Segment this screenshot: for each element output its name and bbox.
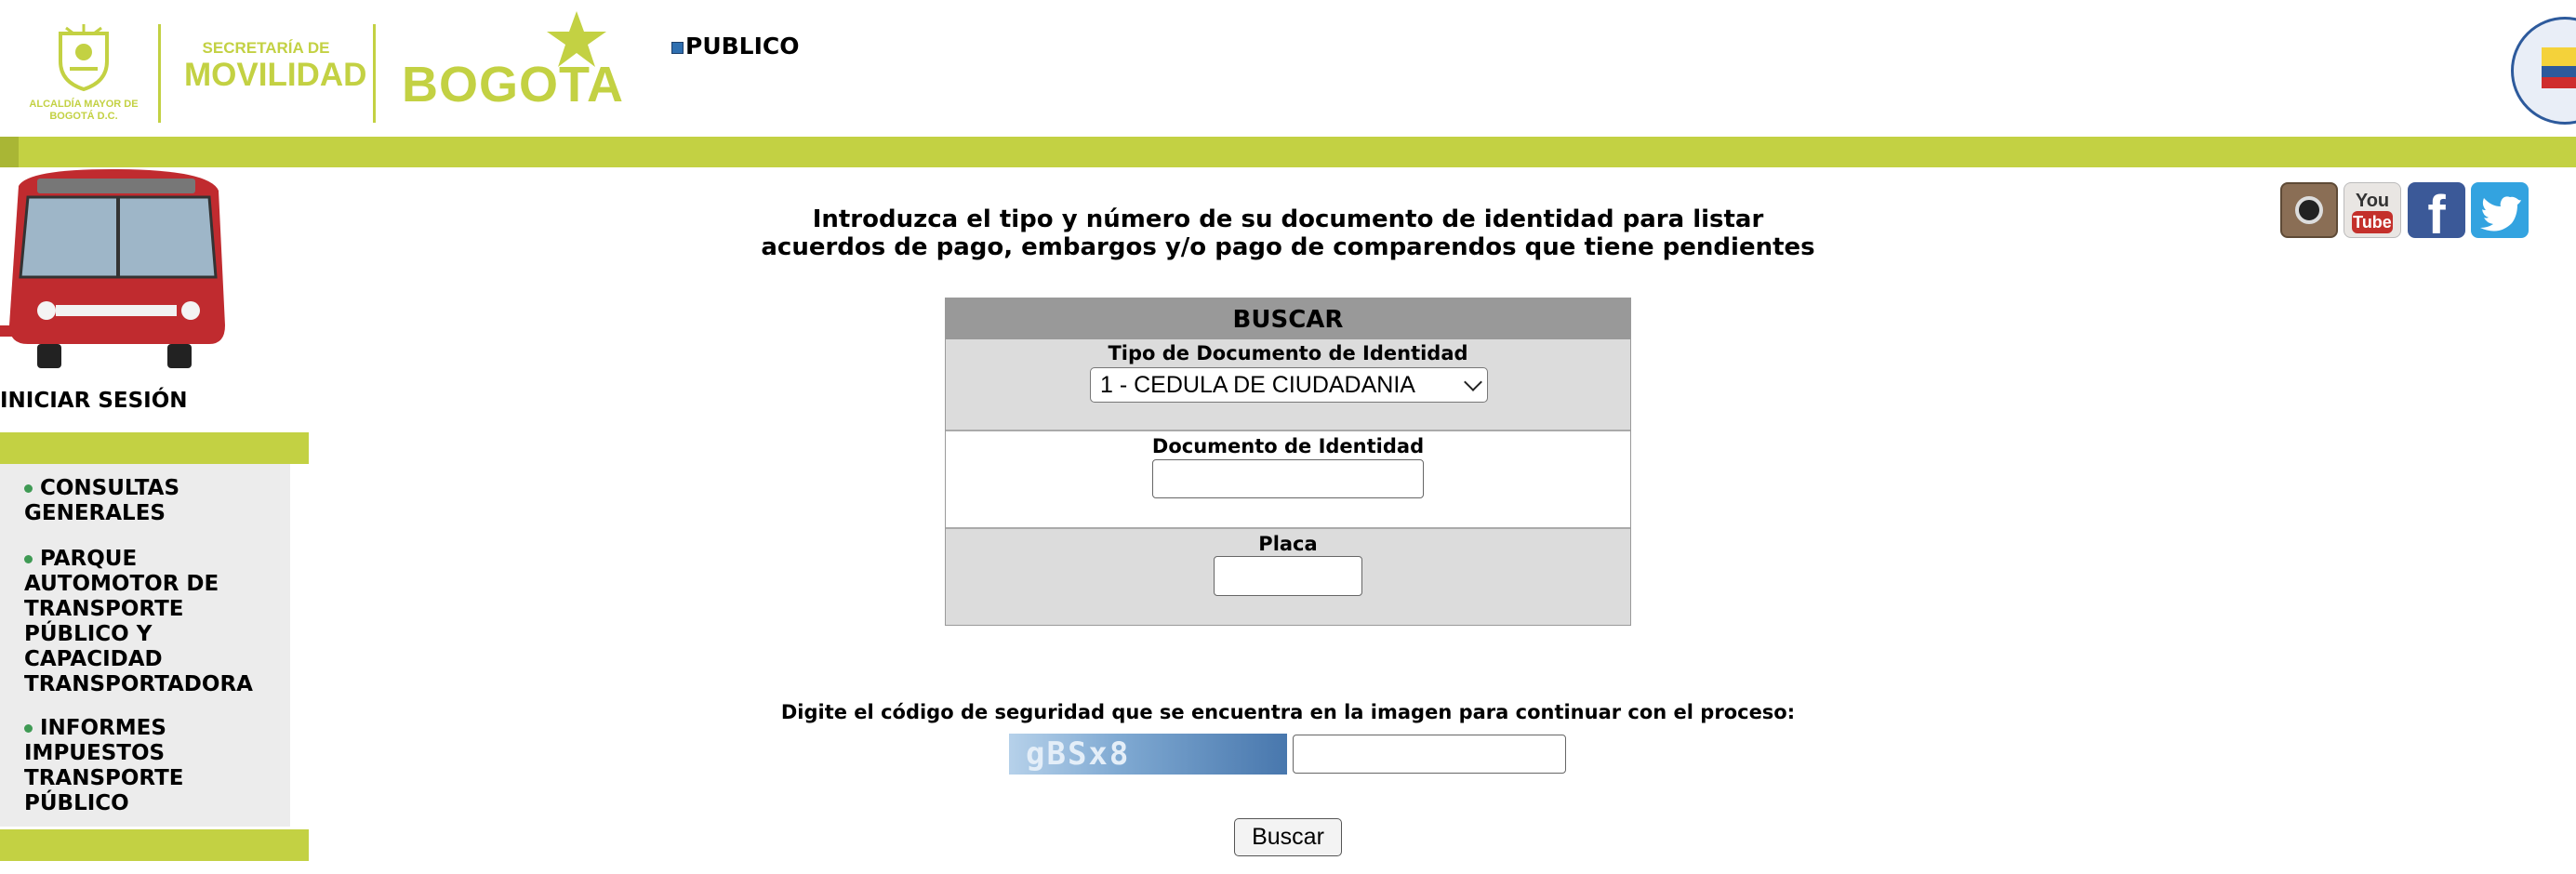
instructions-line-1: Introduzca el tipo y número de su docume… <box>812 205 1764 233</box>
captcha-code: gBSx8 <box>1026 735 1131 773</box>
coat-of-arms-icon <box>59 24 109 91</box>
bullet-icon <box>24 724 33 733</box>
bullet-icon <box>24 484 33 493</box>
alcaldia-logo[interactable]: ALCALDÍA MAYOR DE BOGOTÁ D.C. <box>28 17 139 128</box>
tipo-documento-select[interactable]: 1 - CEDULA DE CIUDADANIA <box>1090 367 1488 403</box>
captcha-image: gBSx8 <box>1009 734 1287 775</box>
tipo-documento-row: Tipo de Documento de Identidad 1 - CEDUL… <box>946 339 1630 431</box>
republica-colombia-seal-icon <box>2511 17 2576 125</box>
placa-row: Placa <box>946 529 1630 625</box>
search-form: BUSCAR Tipo de Documento de Identidad 1 … <box>945 298 1631 626</box>
chevron-down-icon <box>1464 373 1482 391</box>
logo-divider <box>158 24 161 123</box>
alcaldia-text: ALCALDÍA MAYOR DE BOGOTÁ D.C. <box>29 99 139 122</box>
sidebar-green-bar <box>0 432 309 464</box>
secretaria-label: SECRETARÍA DE <box>202 39 330 57</box>
movilidad-label: MOVILIDAD <box>184 57 367 93</box>
search-form-title: BUSCAR <box>946 298 1630 339</box>
buscar-button[interactable]: Buscar <box>1234 818 1342 856</box>
captcha-prompt: Digite el código de seguridad que se enc… <box>780 701 1796 723</box>
menu-item-consultas-generales[interactable]: CONSULTAS GENERALES <box>24 476 266 526</box>
youtube-icon[interactable]: You Tube <box>2344 182 2401 238</box>
menu-item-label: PARQUE AUTOMOTOR DE TRANSPORTE PÚBLICO Y… <box>24 547 253 696</box>
tipo-documento-label: Tipo de Documento de Identidad <box>1108 342 1468 364</box>
instructions-text: Introduzca el tipo y número de su docume… <box>707 205 1869 261</box>
top-green-bar <box>0 137 2576 167</box>
section-title: PUBLICO <box>671 33 800 60</box>
menu-item-informes-impuestos[interactable]: INFORMES IMPUESTOS TRANSPORTE PÚBLICO <box>24 716 266 816</box>
menu-item-label: CONSULTAS GENERALES <box>24 476 180 525</box>
documento-row: Documento de Identidad <box>946 431 1630 529</box>
instagram-icon[interactable] <box>2280 182 2338 238</box>
star-icon <box>547 11 606 67</box>
bullet-icon <box>24 555 33 563</box>
menu-item-label: INFORMES IMPUESTOS TRANSPORTE PÚBLICO <box>24 716 184 815</box>
header: ALCALDÍA MAYOR DE BOGOTÁ D.C. SECRETARÍA… <box>0 0 2576 137</box>
placa-label: Placa <box>1258 533 1318 555</box>
seal-shield-icon <box>2542 47 2576 88</box>
login-link[interactable]: INICIAR SESIÓN <box>0 389 188 413</box>
bogota-logo[interactable]: BOGOTA <box>400 9 623 113</box>
section-bullet-icon <box>671 41 684 54</box>
facebook-icon[interactable]: f <box>2408 182 2465 245</box>
twitter-icon[interactable] <box>2471 182 2529 238</box>
documento-input[interactable] <box>1152 459 1424 498</box>
sidebar-menu: CONSULTAS GENERALES PARQUE AUTOMOTOR DE … <box>0 464 290 827</box>
bus-image <box>0 167 228 372</box>
logo-divider <box>373 24 376 123</box>
tipo-documento-selected: 1 - CEDULA DE CIUDADANIA <box>1100 372 1415 398</box>
twitter-bird-icon <box>2480 196 2521 232</box>
section-title-label: PUBLICO <box>685 33 800 60</box>
transmilenio-bus-icon <box>0 169 225 368</box>
captcha-input[interactable] <box>1293 735 1566 774</box>
secretaria-movilidad-logo[interactable]: SECRETARÍA DE MOVILIDAD <box>184 39 367 93</box>
sidebar-green-bar-bottom <box>0 829 309 861</box>
documento-label: Documento de Identidad <box>1151 435 1425 457</box>
menu-item-parque-automotor[interactable]: PARQUE AUTOMOTOR DE TRANSPORTE PÚBLICO Y… <box>24 547 266 697</box>
placa-input[interactable] <box>1214 556 1362 596</box>
instructions-line-2: acuerdos de pago, embargos y/o pago de c… <box>761 233 1815 261</box>
